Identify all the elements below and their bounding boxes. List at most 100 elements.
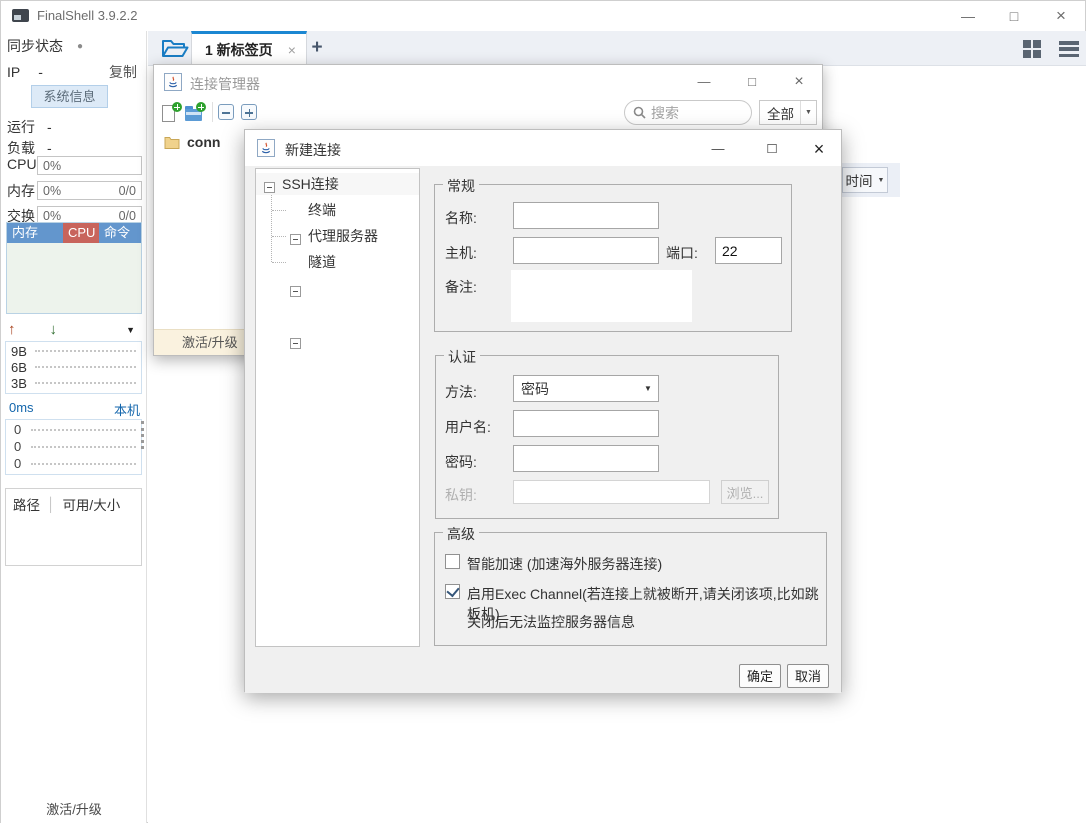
memory-percent: 0%: [43, 184, 61, 198]
username-label: 用户名:: [445, 417, 491, 437]
tree-item-label: 代理服务器: [308, 226, 378, 246]
sort-by-time-dropdown[interactable]: 时间 ▼: [842, 167, 888, 193]
ok-button[interactable]: 确定: [739, 664, 781, 688]
cm-minimize-button[interactable]: —: [689, 69, 719, 95]
cpu-meter-label: CPU: [7, 156, 37, 172]
smart-accelerate-label[interactable]: 智能加速 (加速海外服务器连接): [467, 554, 662, 574]
nc-maximize-button[interactable]: □: [757, 136, 787, 162]
exec-channel-checkbox[interactable]: [445, 584, 460, 599]
ip-label: IP: [7, 64, 20, 80]
ping-row: 0: [8, 438, 139, 455]
port-field[interactable]: [715, 237, 782, 264]
password-field[interactable]: [513, 445, 659, 472]
private-key-label: 私钥:: [445, 485, 477, 505]
tab-new-tab-page[interactable]: 1 新标签页 ×: [191, 31, 307, 66]
tab-command[interactable]: 命令: [99, 223, 141, 243]
open-folder-icon[interactable]: [161, 38, 189, 59]
new-connection-title: 新建连接: [285, 140, 341, 160]
auth-legend: 认证: [444, 347, 480, 367]
swap-percent: 0%: [43, 209, 61, 223]
upload-arrow-icon: ↑: [8, 321, 16, 338]
traffic-tick-label: 3B: [8, 376, 32, 391]
run-value: -: [47, 119, 52, 135]
nc-close-button[interactable]: ×: [804, 136, 834, 162]
splitter-handle[interactable]: [141, 421, 144, 449]
traffic-row: 6B: [8, 359, 139, 375]
smart-accelerate-checkbox[interactable]: [445, 554, 460, 569]
connection-type-tree: SSH连接 终端 代理服务器 隧道: [255, 168, 420, 647]
cm-close-button[interactable]: ×: [784, 69, 814, 95]
cancel-button[interactable]: 取消: [787, 664, 829, 688]
monitor-tabs: 内存 CPU 命令: [7, 223, 141, 243]
traffic-tick-label: 9B: [8, 344, 32, 359]
gridline: [31, 429, 136, 431]
load-label: 负载: [7, 138, 35, 158]
exec-channel-note: 关闭后无法监控服务器信息: [467, 612, 635, 632]
ping-header: 0ms 本机: [5, 400, 142, 419]
tree-item-terminal[interactable]: 终端: [256, 199, 419, 221]
new-folder-icon[interactable]: [185, 102, 206, 123]
close-button[interactable]: ×: [1044, 1, 1078, 31]
search-box: [624, 100, 752, 125]
password-label: 密码:: [445, 452, 477, 472]
collapse-all-icon[interactable]: [218, 104, 234, 120]
traffic-dropdown-icon[interactable]: ▼: [126, 325, 135, 335]
layout-grid-icon[interactable]: [1023, 40, 1041, 58]
name-label: 名称:: [445, 208, 477, 228]
cm-maximize-button[interactable]: □: [737, 69, 767, 95]
toolbar-divider: [212, 102, 213, 122]
nc-minimize-button[interactable]: —: [703, 136, 733, 162]
host-field[interactable]: [513, 237, 659, 264]
tab-cpu[interactable]: CPU: [63, 223, 99, 243]
copy-link[interactable]: 复制: [109, 62, 137, 82]
memory-meter-label: 内存: [7, 181, 35, 201]
tree-collapse-icon[interactable]: [264, 182, 275, 193]
minimize-button[interactable]: —: [951, 1, 985, 31]
method-select[interactable]: 密码 ▼: [513, 375, 659, 402]
ping-tick-label: 0: [8, 422, 28, 437]
traffic-tick-label: 6B: [8, 360, 32, 375]
tree-collapse-icon[interactable]: [290, 286, 301, 297]
general-group: 常规 名称: 主机: 端口: 备注:: [434, 184, 792, 332]
ping-tick-label: 0: [8, 439, 28, 454]
load-row: 负载 -: [1, 138, 147, 158]
note-label: 备注:: [445, 277, 477, 297]
expand-all-icon[interactable]: [241, 104, 257, 120]
traffic-row: 3B: [8, 375, 139, 391]
filter-dropdown[interactable]: 全部 ▼: [759, 100, 817, 125]
system-info-button[interactable]: 系统信息: [31, 85, 108, 108]
chevron-down-icon: ▼: [638, 384, 658, 393]
search-icon: [633, 106, 646, 119]
tree-collapse-icon[interactable]: [290, 338, 301, 349]
finalshell-app-icon: [12, 9, 29, 22]
tree-item-proxy[interactable]: 代理服务器: [256, 225, 419, 247]
new-tab-button[interactable]: +: [304, 35, 330, 61]
new-connection-icon[interactable]: [162, 102, 182, 123]
ip-row: IP - 复制: [1, 62, 147, 82]
port-label: 端口:: [666, 243, 698, 263]
note-field[interactable]: [511, 270, 692, 322]
sort-by-time-label: 时间: [846, 170, 873, 190]
ip-value: -: [38, 64, 43, 80]
traffic-row: 9B: [8, 343, 139, 359]
menu-icon[interactable]: [1059, 41, 1079, 57]
connection-manager-titlebar: 连接管理器 — □ ×: [154, 65, 822, 99]
tree-item-tunnel[interactable]: 隧道: [256, 251, 419, 273]
new-connection-titlebar: 新建连接 — □ ×: [245, 130, 841, 166]
tree-item-label: 隧道: [308, 252, 336, 272]
activate-upgrade-link[interactable]: 激活/升级: [1, 799, 147, 818]
connection-folder-item[interactable]: conn: [164, 131, 220, 153]
tab-close-icon[interactable]: ×: [288, 42, 296, 58]
tree-item-ssh[interactable]: SSH连接: [256, 173, 419, 195]
java-app-icon: [164, 73, 182, 91]
tree-item-label: 终端: [308, 200, 336, 220]
maximize-button[interactable]: □: [997, 1, 1031, 31]
tab-bar: 1 新标签页 × +: [148, 31, 1086, 66]
name-field[interactable]: [513, 202, 659, 229]
traffic-arrows-row: ↑ ↓ ▼: [1, 321, 147, 338]
tab-memory[interactable]: 内存: [7, 223, 63, 243]
search-input[interactable]: [651, 105, 731, 121]
advanced-legend: 高级: [443, 524, 479, 544]
username-field[interactable]: [513, 410, 659, 437]
chevron-down-icon: ▼: [878, 177, 885, 184]
